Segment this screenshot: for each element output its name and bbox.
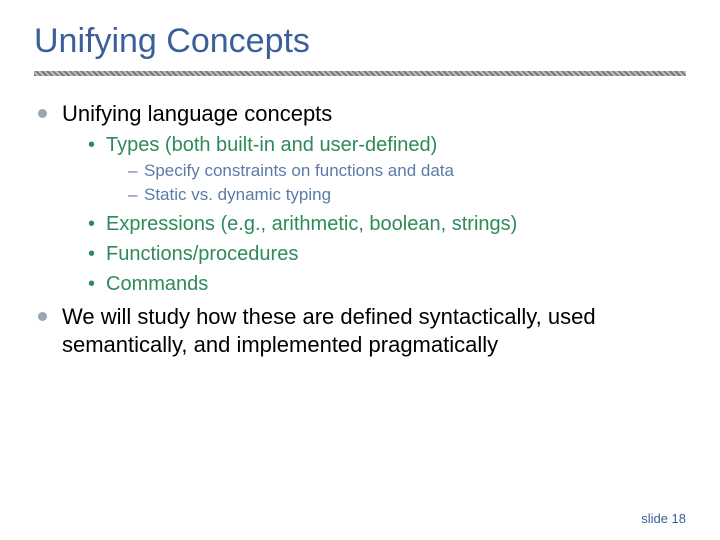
list-item: Commands — [86, 271, 686, 297]
bullet-list-lvl1: Unifying language concepts Types (both b… — [34, 100, 686, 358]
slide-number: slide 18 — [641, 511, 686, 526]
list-item: Types (both built-in and user-defined) S… — [86, 132, 686, 208]
title-separator — [34, 71, 686, 76]
slide: Unifying Concepts Unifying language conc… — [0, 0, 720, 540]
bullet-text: Unifying language concepts — [62, 101, 332, 126]
list-item: We will study how these are defined synt… — [34, 303, 686, 358]
list-item: Unifying language concepts Types (both b… — [34, 100, 686, 297]
bullet-text: Commands — [106, 273, 208, 295]
bullet-list-lvl2: Types (both built-in and user-defined) S… — [86, 132, 686, 298]
bullet-text: Expressions (e.g., arithmetic, boolean, … — [106, 213, 517, 235]
list-item: Static vs. dynamic typing — [128, 184, 686, 207]
list-item: Specify constraints on functions and dat… — [128, 160, 686, 183]
list-item: Functions/procedures — [86, 241, 686, 267]
slide-title: Unifying Concepts — [34, 22, 686, 61]
list-item: Expressions (e.g., arithmetic, boolean, … — [86, 211, 686, 237]
bullet-text: Static vs. dynamic typing — [144, 185, 331, 204]
bullet-text: Specify constraints on functions and dat… — [144, 161, 454, 180]
bullet-text: Functions/procedures — [106, 243, 298, 265]
bullet-list-lvl3: Specify constraints on functions and dat… — [128, 160, 686, 208]
bullet-text: We will study how these are defined synt… — [62, 304, 596, 357]
bullet-text: Types (both built-in and user-defined) — [106, 134, 437, 156]
